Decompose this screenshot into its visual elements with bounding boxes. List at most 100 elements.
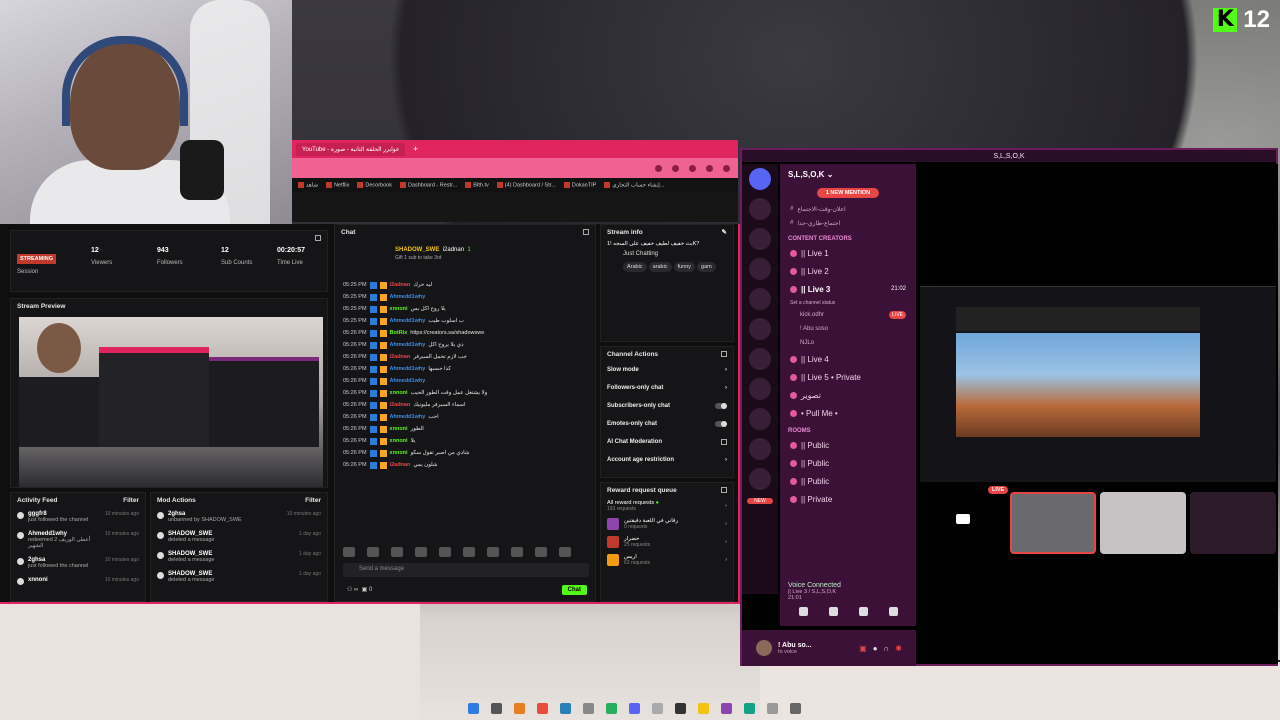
chat-message[interactable]: 05:25 PM Ahmedd1why xyxy=(343,291,591,303)
chat-username[interactable]: xnnoni xyxy=(390,438,408,444)
discord-home-icon[interactable] xyxy=(749,168,771,190)
voice-channel[interactable]: || Live 5 • Private xyxy=(780,368,916,386)
server-icon[interactable] xyxy=(749,408,771,430)
server-icon[interactable] xyxy=(749,258,771,280)
chat-message[interactable]: 05:26 PM Ahmedd1why كذا حسبها xyxy=(343,363,591,375)
reward-row[interactable]: حضرار 25 requests › xyxy=(601,533,733,551)
account-age-row[interactable]: Account age restriction › xyxy=(601,451,733,469)
chat-message[interactable]: 05:26 PM Ahmedd1why احب xyxy=(343,411,591,423)
emote-icon[interactable] xyxy=(511,547,523,557)
extension-icon[interactable] xyxy=(706,164,713,172)
emote-icon[interactable] xyxy=(367,547,379,557)
emote-icon[interactable] xyxy=(439,547,451,557)
slow-mode-row[interactable]: Slow mode › xyxy=(601,361,733,379)
voice-channel-live3[interactable]: || Live 3 21:02 xyxy=(780,280,916,298)
app-icon[interactable] xyxy=(514,702,525,714)
participant-tile[interactable] xyxy=(1010,492,1096,554)
chat-username[interactable]: i2adnan xyxy=(390,462,411,468)
voice-channel[interactable]: || Public xyxy=(780,454,916,472)
participant-tile[interactable] xyxy=(1190,492,1276,554)
chrome-icon[interactable] xyxy=(744,702,755,714)
new-tab-button[interactable]: + xyxy=(413,144,418,154)
emote-icon[interactable] xyxy=(391,547,403,557)
channel-item[interactable]: # اعلان-وقت-الاجتماع xyxy=(780,202,916,216)
camera-off-icon[interactable] xyxy=(798,607,808,616)
voice-channel[interactable]: • Pull Me • xyxy=(780,404,916,422)
chat-message[interactable]: 05:26 PM i2adnan جب لازم تحمل السيرفر xyxy=(343,351,591,363)
screen-share-icon[interactable] xyxy=(956,514,970,524)
bookmark-item[interactable]: إنشاء حساب التجاري... xyxy=(604,181,664,188)
app-icon[interactable] xyxy=(537,702,548,714)
voice-channel-live2[interactable]: || Live 2 xyxy=(780,262,916,280)
subscribers-only-toggle[interactable] xyxy=(715,403,727,409)
chat-username[interactable]: Ahmedd1why xyxy=(390,294,426,300)
popout-icon[interactable] xyxy=(721,487,727,493)
chat-username[interactable]: i2adnan xyxy=(390,282,411,288)
ai-moderation-row[interactable]: AI Chat Moderation xyxy=(601,433,733,451)
chat-message[interactable]: 05:25 PM i2adnan ليه حرك xyxy=(343,279,591,291)
voice-user[interactable]: kick.odhr LIVE xyxy=(780,308,916,322)
app-icon[interactable] xyxy=(721,702,732,714)
server-name[interactable]: S,L,S,O,K ⌄ xyxy=(780,164,916,184)
chat-message[interactable]: 05:25 PM xnnoni يلا روح اكل بس xyxy=(343,303,591,315)
emote-icon[interactable] xyxy=(535,547,547,557)
chat-send-button[interactable]: Chat xyxy=(561,585,587,595)
followers-only-row[interactable]: Followers-only chat › xyxy=(601,379,733,397)
emote-icon[interactable] xyxy=(559,547,571,557)
server-icon[interactable] xyxy=(749,348,771,370)
screen-share-icon[interactable] xyxy=(828,607,838,616)
app-icon[interactable] xyxy=(606,702,617,714)
chat-username[interactable]: Ahmedd1why xyxy=(390,414,426,420)
camera-icon[interactable]: ▣ xyxy=(859,644,867,653)
file-explorer-icon[interactable] xyxy=(491,702,502,714)
voice-user[interactable]: NJLo xyxy=(780,336,916,350)
screen-share-view[interactable] xyxy=(920,286,1276,482)
server-icon[interactable] xyxy=(749,198,771,220)
channel-item[interactable]: # اجتماع-طاري-جدا xyxy=(780,216,916,230)
bookmark-item[interactable]: Netflix xyxy=(326,181,349,188)
subscribers-only-row[interactable]: Subscribers-only chat xyxy=(601,397,733,415)
microphone-icon[interactable]: ● xyxy=(873,644,878,653)
user-name[interactable]: ! Abu so... xyxy=(778,642,812,649)
chat-message[interactable]: 05:26 PM xnnoni الطور xyxy=(343,423,591,435)
extension-icon[interactable] xyxy=(689,164,696,172)
folder-icon[interactable] xyxy=(698,702,709,714)
stream-preview-video[interactable] xyxy=(19,317,323,487)
windows-start-icon[interactable] xyxy=(468,702,479,714)
steam-icon[interactable] xyxy=(675,702,686,714)
voice-channel[interactable]: || Live 4 xyxy=(780,350,916,368)
gear-icon[interactable]: ✱ xyxy=(895,644,902,653)
bookmark-item[interactable]: شاهد xyxy=(298,181,318,188)
category-header[interactable]: CONTENT CREATORS xyxy=(780,230,916,244)
extension-icon[interactable] xyxy=(672,164,679,172)
new-mention-banner[interactable]: 1 NEW MENTION xyxy=(817,188,879,198)
emote-icon[interactable] xyxy=(343,547,355,557)
chat-message[interactable]: 05:26 PM xnnoni شادي من اصبر تقول سكو xyxy=(343,447,591,459)
emote-icon[interactable] xyxy=(487,547,499,557)
bookmark-item[interactable]: DokanTIP xyxy=(563,181,596,188)
chat-message[interactable]: 05:26 PM xnnoni ولا يشتغل عمل وقت الطور ال… xyxy=(343,387,591,399)
chat-message[interactable]: 05:26 PM xnnoni يلا xyxy=(343,435,591,447)
browser-tab[interactable]: YouTube - غوايزر الحلقة الثانية - صورة xyxy=(296,142,406,156)
bookmark-item[interactable]: Dashboard - Restr... xyxy=(399,181,457,188)
channel-status[interactable]: Set a channel status xyxy=(780,298,916,308)
chat-username[interactable]: i2adnan xyxy=(390,402,411,408)
chat-message[interactable]: 05:26 PM Ahmedd1why ذي بلا يروح اكل xyxy=(343,339,591,351)
server-icon[interactable] xyxy=(749,288,771,310)
vscode-icon[interactable] xyxy=(560,702,571,714)
settings-icon[interactable] xyxy=(790,702,801,714)
filter-button[interactable]: Filter xyxy=(123,497,139,504)
chat-message[interactable]: 05:26 PM Ahmedd1why xyxy=(343,375,591,387)
all-rewards-row[interactable]: All reward requests ● 193 requests › xyxy=(601,497,733,515)
server-icon[interactable] xyxy=(749,318,771,340)
voice-channel[interactable]: تصوير xyxy=(780,386,916,404)
popout-icon[interactable] xyxy=(721,351,727,357)
avatar[interactable] xyxy=(756,640,772,656)
chat-message[interactable]: 05:26 PM i2adnan اسماء السيرفر مليونيك xyxy=(343,399,591,411)
emotes-only-toggle[interactable] xyxy=(715,421,727,427)
activities-icon[interactable] xyxy=(858,607,868,616)
server-icon[interactable] xyxy=(749,438,771,460)
bookmark-item[interactable]: (4) Dashboard / Str... xyxy=(496,181,556,188)
category-header[interactable]: ROOMS xyxy=(780,422,916,436)
chat-message[interactable]: 05:26 PM i2adnan شلون يمي xyxy=(343,459,591,471)
